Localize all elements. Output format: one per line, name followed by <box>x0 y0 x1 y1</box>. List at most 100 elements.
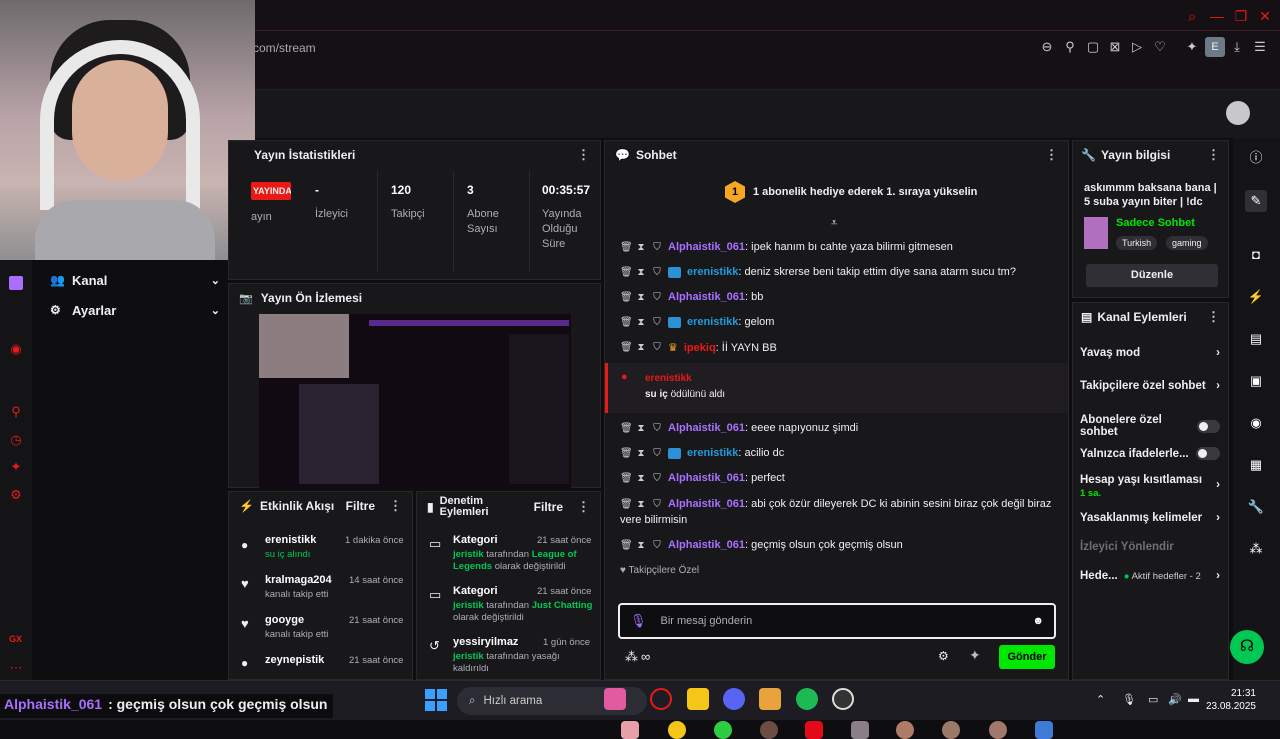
delete-icon[interactable]: 🗑 <box>620 473 633 484</box>
obs-icon[interactable] <box>832 688 854 710</box>
more-icon[interactable]: ⋯ <box>8 660 24 676</box>
chat-user[interactable]: Alphaistik_061 <box>668 472 745 484</box>
timeout-icon[interactable]: ⧗ <box>636 540 646 551</box>
emote-frog-icon[interactable] <box>714 721 732 739</box>
puzzle-icon[interactable]: ✦ <box>8 459 24 475</box>
chat-user[interactable]: erenistikk <box>687 316 738 328</box>
start-icon[interactable] <box>425 689 447 711</box>
timeout-icon[interactable]: ⧗ <box>636 448 646 459</box>
points-icon[interactable]: ⁂ <box>1245 538 1267 560</box>
kebab-icon[interactable]: ⋮ <box>1207 147 1220 163</box>
collapse-icon[interactable]: ⩡ <box>831 217 837 230</box>
redeem-user[interactable]: erenistikk <box>645 373 692 384</box>
tag-chip[interactable]: gaming <box>1166 236 1208 250</box>
app-flamingo-icon[interactable] <box>604 688 626 710</box>
emote-flag-icon[interactable] <box>805 721 823 739</box>
chat-user[interactable]: Alphaistik_061 <box>668 241 745 253</box>
ban-icon[interactable]: ⛉ <box>652 342 662 353</box>
emote-face-icon[interactable] <box>760 721 778 739</box>
followers-chat-row[interactable]: Takipçilere özel sohbet › <box>1080 380 1220 392</box>
subs-chat-toggle[interactable] <box>1197 419 1220 433</box>
mic-icon[interactable]: 🎙 <box>1122 693 1136 706</box>
broadcast-icon[interactable]: ◉ <box>1245 412 1267 434</box>
moderation-item[interactable]: ▭ Kategori 21 saat önce jeristik tarafın… <box>427 585 599 633</box>
bits-balance[interactable]: ⁂ ∞ <box>625 649 650 665</box>
goals-row[interactable]: Hede... ● Aktif hedefler - 2 › <box>1080 570 1220 582</box>
chat-user[interactable]: Alphaistik_061 <box>668 539 745 551</box>
restore-icon[interactable]: ❐ <box>1231 6 1251 26</box>
tray-chevron-icon[interactable]: ⌃ <box>1096 693 1105 706</box>
minimize-icon[interactable]: — <box>1207 6 1227 26</box>
wrench-icon[interactable]: 🔧 <box>1245 496 1267 518</box>
moderation-item[interactable]: ↺ yessiryilmaz 1 gün önce jeristik taraf… <box>427 636 599 676</box>
address-bar-url[interactable]: com/stream <box>253 41 316 55</box>
ban-icon[interactable]: ⛉ <box>652 317 662 328</box>
settings-icon[interactable]: ⚙ <box>8 487 24 503</box>
timeout-icon[interactable]: ⧗ <box>636 317 646 328</box>
chat-message[interactable]: 🗑 ⧗ ⛉ Alphaistik_061: eeee napıyonuz şimdi <box>620 422 858 434</box>
extension-e-icon[interactable]: E <box>1205 37 1225 57</box>
chat-user[interactable]: erenistikk <box>687 447 738 459</box>
chat-settings-icon[interactable]: ⚙ <box>938 649 949 663</box>
chat-input[interactable]: 🎙 Bir mesaj gönderin ☻ <box>618 603 1056 639</box>
delete-icon[interactable]: 🗑 <box>620 242 633 253</box>
battery-icon[interactable]: ▬ <box>1188 693 1199 705</box>
chat-message[interactable]: 🗑 ⧗ ⛉ erenistikk: gelom <box>620 316 774 328</box>
kebab-icon[interactable]: ⋮ <box>577 147 590 163</box>
timeout-icon[interactable]: ⧗ <box>636 423 646 434</box>
chat-user[interactable]: ipekiq <box>684 342 716 354</box>
emote-face4-icon[interactable] <box>989 721 1007 739</box>
ban-icon[interactable]: ⛉ <box>652 267 662 278</box>
chat-message[interactable]: 🗑 ⧗ ⛉ Alphaistik_061: abi çok özür dileyere… <box>620 498 1051 510</box>
network-icon[interactable]: ▭ <box>1148 693 1158 706</box>
bolt-icon[interactable]: ⚡ <box>1245 286 1267 308</box>
timeout-icon[interactable]: ⧗ <box>636 292 646 303</box>
chat-message[interactable]: 🗑 ⧗ ⛉ ♛ ipekiq: İİ YAYN BB <box>620 341 777 355</box>
chat-icon[interactable]: ▣ <box>1245 370 1267 392</box>
emoji-icon[interactable]: ☻ <box>1032 615 1044 627</box>
kebab-icon[interactable]: ⋮ <box>1207 309 1220 325</box>
kebab-icon[interactable]: ⋮ <box>389 498 402 514</box>
app-icon[interactable] <box>759 688 781 710</box>
delete-icon[interactable]: 🗑 <box>620 292 633 303</box>
download-icon[interactable]: ⤓ <box>1228 38 1246 56</box>
history-icon[interactable]: ◷ <box>8 432 24 448</box>
delete-icon[interactable]: 🗑 <box>620 317 633 328</box>
camera-icon[interactable]: ◘ <box>1245 244 1267 266</box>
help-headset-icon[interactable]: ☊ <box>1230 630 1264 664</box>
category-name[interactable]: Sadece Sohbet <box>1116 217 1195 229</box>
zoom-icon[interactable]: ⊖ <box>1038 38 1056 56</box>
kebab-icon[interactable]: ⋮ <box>1045 147 1058 163</box>
timeout-icon[interactable]: ⧗ <box>636 342 646 353</box>
delete-icon[interactable]: 🗑 <box>620 423 633 434</box>
menu-icon[interactable]: ☰ <box>1251 38 1269 56</box>
emote-face3-icon[interactable] <box>942 721 960 739</box>
tag-chip[interactable]: Turkish <box>1116 236 1158 250</box>
ban-icon[interactable]: ⛉ <box>652 499 662 510</box>
chat-message[interactable]: 🗑 ⧗ ⛉ Alphaistik_061: perfect <box>620 472 785 484</box>
kebab-icon[interactable]: ⋮ <box>577 499 590 515</box>
timeout-icon[interactable]: ⧗ <box>636 267 646 278</box>
notes-icon[interactable]: ▤ <box>1245 328 1267 350</box>
pinned-leaderboard[interactable]: 1 1 abonelik hediye ederek 1. sıraya yük… <box>725 181 977 203</box>
emote-only-toggle[interactable] <box>1196 447 1220 460</box>
timeout-icon[interactable]: ⧗ <box>636 499 646 510</box>
slow-mode-row[interactable]: Yavaş mod › <box>1080 347 1220 359</box>
chat-user[interactable]: Alphaistik_061 <box>668 498 745 510</box>
timeout-icon[interactable]: ⧗ <box>636 242 646 253</box>
emote-photo-icon[interactable] <box>851 721 869 739</box>
play-icon[interactable]: ▷ <box>1128 38 1146 56</box>
delete-icon[interactable]: 🗑 <box>620 342 633 353</box>
extensions-icon[interactable]: ✦ <box>1183 38 1201 56</box>
emote-face2-icon[interactable] <box>896 721 914 739</box>
heart-icon[interactable]: ♡ <box>1151 38 1169 56</box>
nav-channel[interactable]: 👥 Kanal ⌄ <box>50 270 220 290</box>
stream-preview-video[interactable] <box>259 314 571 488</box>
chat-message[interactable]: 🗑 ⧗ ⛉ Alphaistik_061: bb <box>620 291 763 303</box>
chat-user[interactable]: Alphaistik_061 <box>668 422 745 434</box>
delete-icon[interactable]: 🗑 <box>620 448 633 459</box>
search-icon[interactable]: ⌕ <box>1182 6 1202 26</box>
moderation-item[interactable]: ▭ Kategori 21 saat önce jeristik tarafın… <box>427 534 599 582</box>
snapshot-icon[interactable]: ▢ <box>1084 38 1102 56</box>
nav-settings[interactable]: ⚙ Ayarlar ⌄ <box>50 300 220 320</box>
